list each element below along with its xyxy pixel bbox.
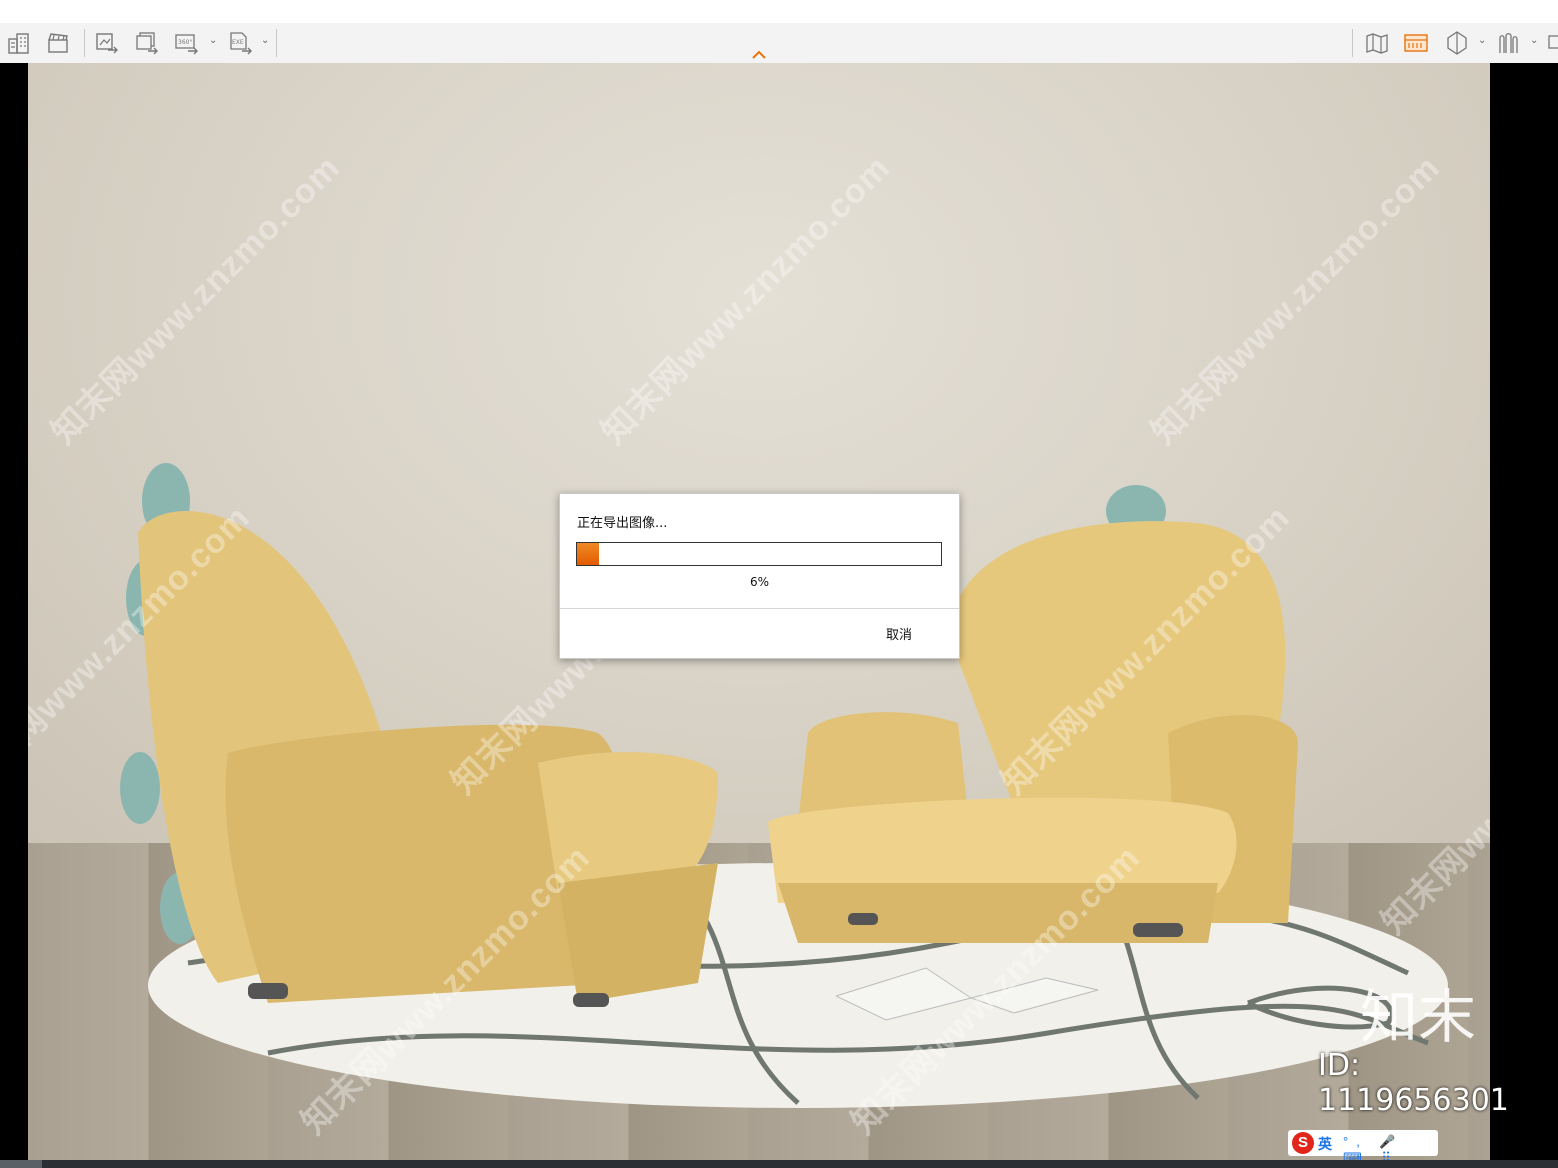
ime-language-toggle[interactable]: 英 bbox=[1318, 1134, 1332, 1154]
dialog-divider bbox=[560, 608, 959, 609]
people-icon[interactable] bbox=[1496, 30, 1522, 56]
chevron-down-icon[interactable]: ⌄ bbox=[1530, 35, 1539, 49]
badge-exe: EXE bbox=[232, 39, 244, 46]
ruler-panel-icon[interactable] bbox=[1403, 30, 1429, 56]
taskbar-accent bbox=[0, 1160, 42, 1168]
ime-toolbar[interactable]: S 英 °, 🎤 ⌨ ⠿ bbox=[1288, 1130, 1438, 1165]
cube-icon[interactable] bbox=[1444, 30, 1470, 56]
map-icon[interactable] bbox=[1364, 30, 1390, 56]
progress-percent: 6% bbox=[749, 575, 770, 589]
export-image-icon[interactable] bbox=[94, 30, 120, 56]
export-batch-icon[interactable] bbox=[134, 30, 160, 56]
chevron-down-icon[interactable]: ⌄ bbox=[1478, 35, 1487, 49]
toolbar-separator bbox=[276, 29, 277, 57]
export-progress-bar bbox=[576, 542, 942, 566]
progress-fill bbox=[577, 543, 599, 565]
export-progress-dialog: 正在导出图像... 6% 取消 bbox=[559, 493, 960, 659]
cancel-button[interactable]: 取消 bbox=[886, 624, 912, 643]
toolbar: 360° ⌄ EXE ⌄ ⌄ ⌄ bbox=[0, 23, 1558, 64]
toolbar-separator bbox=[84, 29, 85, 57]
ime-brand-icon[interactable]: S bbox=[1292, 1132, 1314, 1154]
export-exe-icon[interactable]: EXE bbox=[228, 30, 254, 56]
toolbar-separator bbox=[1352, 29, 1353, 57]
chevron-down-icon[interactable]: ⌄ bbox=[261, 35, 270, 49]
watermark-id: ID: 1119656301 bbox=[1318, 1048, 1509, 1118]
collapse-up-icon[interactable] bbox=[750, 49, 768, 61]
chevron-down-icon[interactable]: ⌄ bbox=[209, 35, 218, 49]
building-icon[interactable] bbox=[6, 30, 32, 56]
watermark-logo: 知末 bbox=[1360, 983, 1477, 1051]
taskbar-strip bbox=[0, 1160, 1558, 1168]
badge-360: 360° bbox=[178, 39, 192, 46]
clapper-icon[interactable] bbox=[45, 30, 71, 56]
window-icon[interactable] bbox=[1546, 30, 1558, 56]
dialog-title: 正在导出图像... bbox=[577, 516, 668, 531]
export-360-icon[interactable]: 360° bbox=[174, 30, 200, 56]
title-strip bbox=[0, 0, 1558, 23]
